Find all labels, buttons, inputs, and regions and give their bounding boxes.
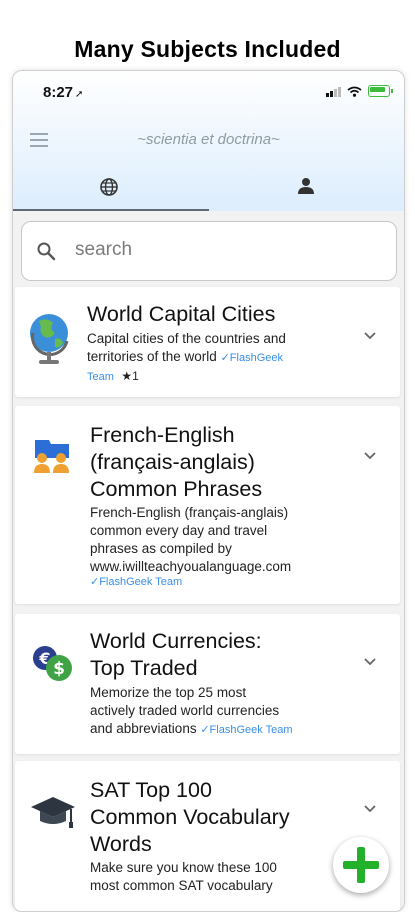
card-desc-line: Make sure you know these 100: [90, 860, 277, 875]
verified-badge-continued: Team: [87, 371, 114, 383]
card-desc-line: phrases as compiled by: [90, 541, 232, 556]
deck-card-world-capital-cities[interactable]: World Capital Cities Capital cities of t…: [15, 287, 400, 397]
card-title: SAT Top 100 Common Vocabulary Words: [90, 777, 290, 858]
phone-screen: 8:27 ➚ ~scientia et doctrina~ search Wor…: [12, 70, 405, 912]
card-title-line: French-English: [90, 423, 235, 447]
card-desc-line: French-English (français-anglais): [90, 505, 289, 520]
graduation-cap-icon: [31, 797, 75, 828]
card-title-line: SAT Top 100: [90, 778, 212, 802]
card-desc-line: Capital cities of the countries and: [87, 331, 286, 346]
deck-card-sat-vocabulary[interactable]: SAT Top 100 Common Vocabulary Words Make…: [15, 761, 400, 911]
signal-icon: [326, 86, 341, 97]
tab-person-icon[interactable]: [297, 177, 315, 195]
search-placeholder: search: [75, 239, 133, 260]
card-title: World Capital Cities: [87, 301, 275, 328]
chevron-down-icon[interactable]: [364, 805, 376, 813]
card-desc-line: most common SAT vocabulary: [90, 878, 273, 893]
app-bar: 8:27 ➚ ~scientia et doctrina~: [13, 71, 404, 211]
card-title-line: Top Traded: [90, 656, 198, 680]
status-time-label: 8:27: [43, 84, 74, 101]
status-time: 8:27 ➚: [43, 84, 83, 101]
currency-icon: € $: [33, 646, 72, 681]
wifi-icon: [347, 86, 362, 97]
chevron-down-icon[interactable]: [364, 452, 376, 460]
card-desc-line: Memorize the top 25 most: [90, 685, 247, 700]
card-title: World Currencies: Top Traded: [90, 628, 262, 682]
svg-text:$: $: [53, 659, 65, 679]
tab-globe-icon[interactable]: [99, 177, 119, 197]
card-desc-line: and abbreviations: [90, 721, 197, 736]
card-desc-line: territories of the world: [87, 349, 217, 364]
battery-icon: [368, 85, 393, 97]
card-description: Make sure you know these 100 most common…: [90, 859, 277, 895]
card-description: French-English (français-anglais) common…: [90, 504, 291, 589]
card-description: Memorize the top 25 most actively traded…: [90, 684, 293, 739]
deck-card-world-currencies[interactable]: € $ World Currencies: Top Traded Memoriz…: [15, 614, 400, 754]
card-desc-line: actively traded world currencies: [90, 703, 280, 718]
verified-badge: ✓FlashGeek Team: [90, 576, 183, 588]
deck-card-french-english[interactable]: French-English (français-anglais) Common…: [15, 406, 400, 604]
chevron-down-icon[interactable]: [364, 658, 376, 666]
search-icon: [37, 242, 56, 261]
card-desc-line: common every day and travel: [90, 523, 268, 538]
status-icons: [326, 85, 393, 97]
verified-badge: ✓FlashGeek: [220, 352, 283, 364]
card-title-line: Words: [90, 832, 152, 856]
card-title-line: (français-anglais): [90, 450, 255, 474]
location-arrow-icon: ➚: [75, 89, 84, 100]
people-flag-icon: [34, 440, 69, 473]
add-deck-button[interactable]: [333, 837, 389, 893]
card-title-line: World Currencies:: [90, 629, 262, 653]
card-title-line: Common Vocabulary: [90, 805, 290, 829]
globe-icon: [30, 314, 69, 364]
card-title: French-English (français-anglais) Common…: [90, 422, 262, 503]
star-count: ★1: [121, 369, 139, 383]
promo-title: Many Subjects Included: [74, 36, 341, 62]
card-title-line: World Capital Cities: [87, 302, 276, 326]
card-description: Capital cities of the countries and terr…: [87, 330, 286, 386]
verified-badge: ✓FlashGeek Team: [200, 724, 293, 736]
card-title-line: Common Phrases: [90, 477, 263, 501]
card-desc-line: www.iwillteachyoualanguage.com: [90, 559, 292, 574]
tab-indicator: [13, 209, 209, 211]
search-input[interactable]: search: [21, 221, 397, 281]
chevron-down-icon[interactable]: [364, 332, 376, 340]
app-title: ~scientia et doctrina~: [137, 131, 280, 148]
